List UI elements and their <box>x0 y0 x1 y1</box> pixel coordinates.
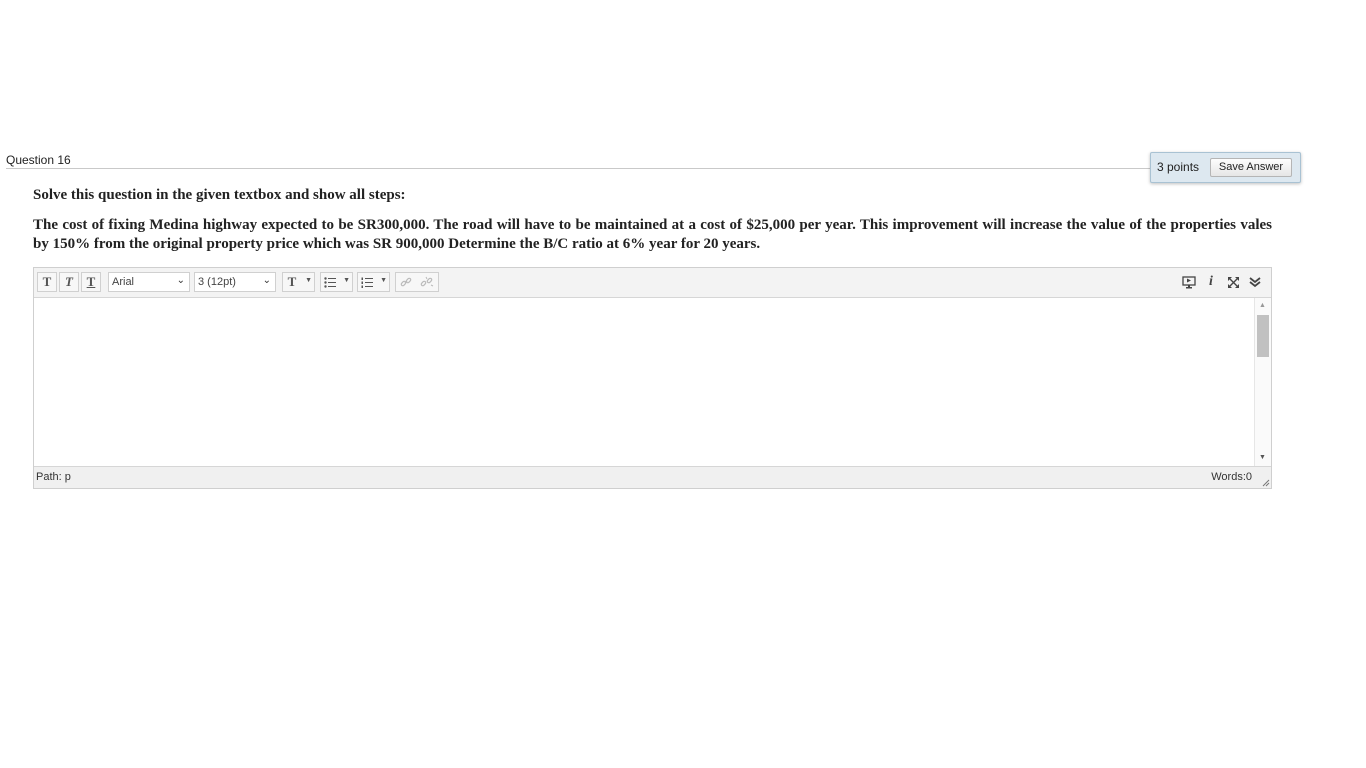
italic-icon[interactable]: T <box>59 272 79 292</box>
scroll-down-icon[interactable]: ▼ <box>1259 454 1266 461</box>
font-family-value: Arial <box>112 276 135 288</box>
points-panel: 3 points Save Answer <box>1150 152 1301 183</box>
font-family-select[interactable]: Arial ⌄ <box>108 272 190 292</box>
text-format-dropdown[interactable]: T ▼ <box>282 272 315 292</box>
editor-toolbar: T T T Arial ⌄ 3 (12pt) ⌄ T ▼ ▼ ▼ i <box>34 268 1271 298</box>
points-label: 3 points <box>1157 160 1200 174</box>
resize-handle-icon[interactable] <box>1260 477 1270 487</box>
word-count: Words:0 <box>1211 471 1252 483</box>
scrollbar-thumb[interactable] <box>1257 315 1269 357</box>
unlink-icon[interactable] <box>418 273 436 291</box>
dropdown-arrow-icon: ▼ <box>343 277 350 284</box>
bullet-list-icon <box>321 273 339 291</box>
numbered-list-icon <box>358 273 376 291</box>
answer-editor: T T T Arial ⌄ 3 (12pt) ⌄ T ▼ ▼ ▼ i ▲ ▼ P… <box>33 267 1272 489</box>
dropdown-arrow-icon: ▼ <box>305 277 312 284</box>
link-group <box>395 272 439 292</box>
answer-text-area[interactable] <box>34 298 1255 466</box>
underline-icon[interactable]: T <box>81 272 101 292</box>
fullscreen-icon[interactable] <box>1223 272 1243 292</box>
editor-statusbar: Path: p Words:0 <box>34 466 1271 488</box>
info-icon[interactable]: i <box>1201 272 1221 292</box>
question-title: Question 16 <box>6 153 71 167</box>
bullet-list-dropdown[interactable]: ▼ <box>320 272 353 292</box>
save-answer-button[interactable]: Save Answer <box>1210 158 1292 177</box>
scroll-up-icon[interactable]: ▲ <box>1259 302 1266 309</box>
bold-icon[interactable]: T <box>37 272 57 292</box>
link-icon[interactable] <box>397 273 415 291</box>
question-instruction: Solve this question in the given textbox… <box>33 187 406 203</box>
chevron-down-icon: ⌄ <box>262 275 271 286</box>
preview-icon[interactable] <box>1179 272 1199 292</box>
editor-scrollbar[interactable]: ▲ ▼ <box>1254 298 1271 466</box>
question-text: The cost of fixing Medina highway expect… <box>33 217 1272 252</box>
font-size-select[interactable]: 3 (12pt) ⌄ <box>194 272 276 292</box>
text-format-icon: T <box>287 274 297 289</box>
dropdown-arrow-icon: ▼ <box>380 277 387 284</box>
collapse-toolbar-icon[interactable] <box>1245 272 1265 292</box>
path-indicator: Path: p <box>36 471 71 483</box>
chevron-down-icon: ⌄ <box>176 275 185 286</box>
font-size-value: 3 (12pt) <box>198 276 236 288</box>
question-header: Question 16 <box>6 153 1155 169</box>
numbered-list-dropdown[interactable]: ▼ <box>357 272 390 292</box>
